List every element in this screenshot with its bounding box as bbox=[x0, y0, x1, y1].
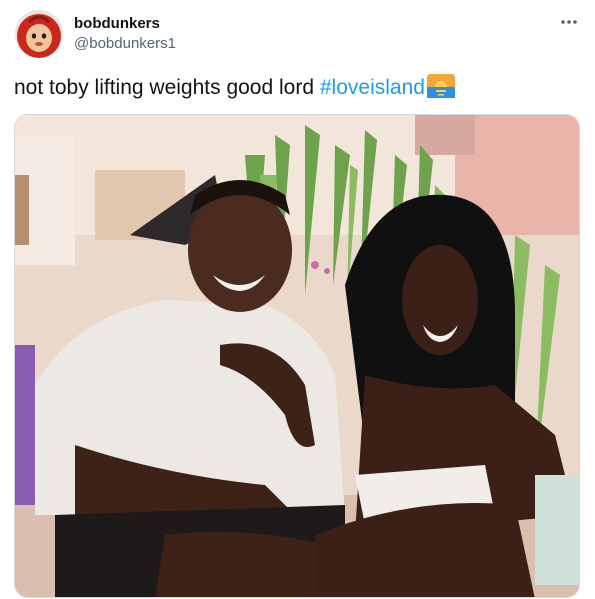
display-name[interactable]: bobdunkers bbox=[74, 15, 160, 33]
more-options-button[interactable] bbox=[557, 12, 581, 32]
hashtag-link[interactable]: #loveisland bbox=[320, 76, 425, 99]
photo-illustration bbox=[15, 115, 579, 597]
user-handle[interactable]: @bobdunkers1 bbox=[74, 35, 176, 53]
tweet-text-body: not toby lifting weights good lord bbox=[14, 76, 320, 99]
more-horizontal-icon bbox=[561, 20, 577, 24]
tweet-media-photo[interactable] bbox=[14, 114, 580, 598]
avatar[interactable] bbox=[15, 10, 63, 58]
sunset-over-sea-emoji-icon bbox=[426, 74, 455, 98]
tweet: bobdunkers @bobdunkers1 not toby lifting… bbox=[0, 0, 595, 599]
tweet-text: not toby lifting weights good lord #love… bbox=[14, 74, 584, 102]
red-hooded-toy-avatar-icon bbox=[15, 10, 63, 58]
